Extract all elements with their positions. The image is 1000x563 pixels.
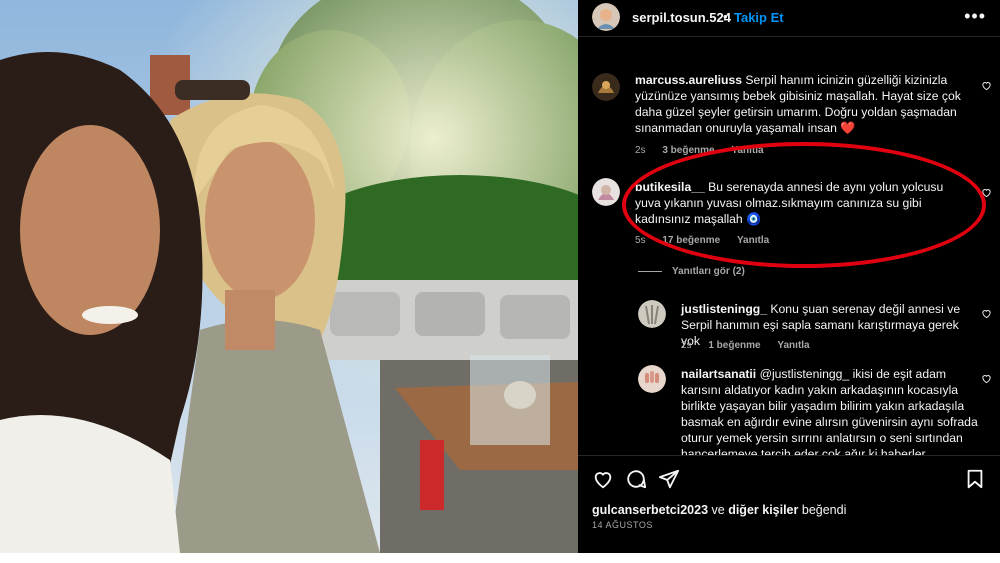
save-bookmark-icon[interactable] xyxy=(964,468,986,490)
post-actions-bar xyxy=(578,455,1000,500)
reply-item: nailartsanatii @justlisteningg_ ikisi de… xyxy=(578,0,1000,455)
reply-text: nailartsanatii @justlisteningg_ ikisi de… xyxy=(681,366,981,455)
replier-avatar[interactable] xyxy=(638,365,666,393)
like-heart-icon[interactable] xyxy=(592,468,614,490)
likes-summary: gulcanserbetci2023 ve diğer kişiler beğe… xyxy=(592,503,846,517)
likes-others[interactable]: diğer kişiler xyxy=(728,503,798,517)
post-photo xyxy=(0,0,578,553)
likes-and: ve xyxy=(708,503,729,517)
comment-bubble-icon[interactable] xyxy=(625,468,647,490)
liker-username[interactable]: gulcanserbetci2023 xyxy=(592,503,708,517)
replier-avatar-image xyxy=(638,365,666,393)
reply-like-heart-icon[interactable] xyxy=(981,373,992,384)
bottom-margin xyxy=(0,553,1000,563)
post-date: 14 AĞUSTOS xyxy=(592,520,653,530)
comments-panel: serpil.tosun.524 • Takip Et ••• marcuss.… xyxy=(578,0,1000,553)
likes-suffix: beğendi xyxy=(798,503,847,517)
selfie-image xyxy=(0,0,578,553)
share-send-icon[interactable] xyxy=(658,468,680,490)
reply-username[interactable]: nailartsanatii xyxy=(681,367,756,381)
